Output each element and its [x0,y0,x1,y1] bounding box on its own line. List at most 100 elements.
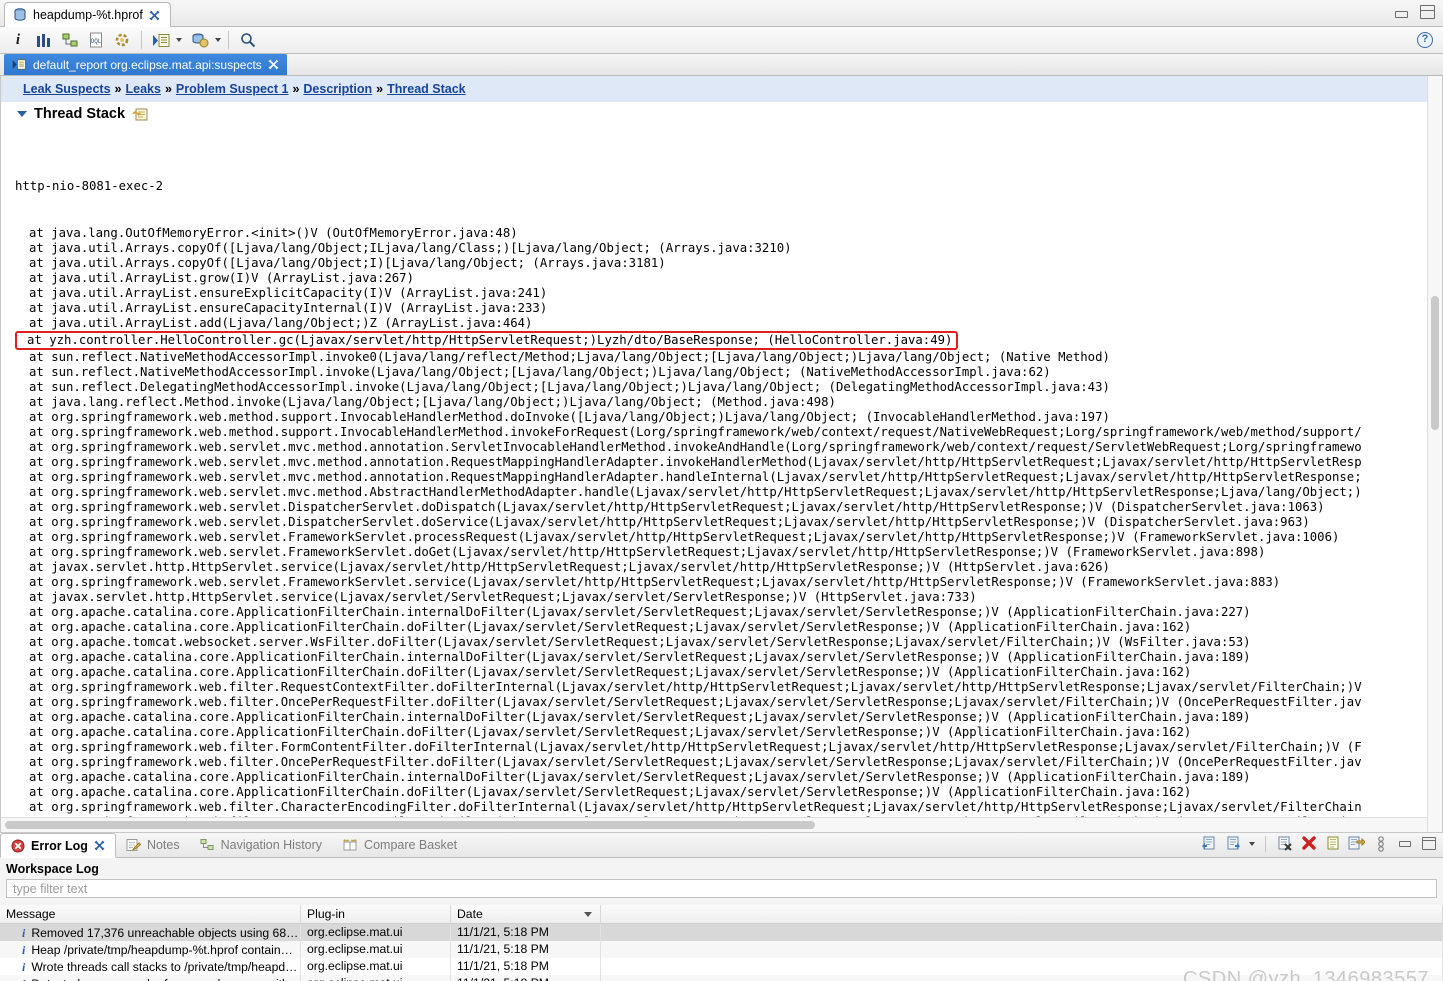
basket-icon [342,838,358,852]
info-icon: i [22,976,25,981]
cell-blank [601,941,1443,958]
export-section-icon[interactable] [132,107,148,121]
column-header-date[interactable]: Date [451,905,601,923]
import-log-icon[interactable] [1224,835,1241,852]
editor-tab-heapdump[interactable]: heapdump-%t.hprof [4,2,171,27]
breadcrumb-separator: » [114,82,122,96]
stack-frame: at org.apache.catalina.core.ApplicationF… [29,710,1251,724]
tab-navigation-history[interactable]: Navigation History [190,833,332,857]
scrollbar-thumb[interactable] [1431,296,1439,430]
stack-frame: at sun.reflect.NativeMethodAccessorImpl.… [29,350,1110,364]
toolbar-separator [141,31,142,49]
histogram-icon[interactable] [32,29,56,51]
report-horizontal-scrollbar[interactable] [1,817,1427,832]
stack-frame: at java.util.ArrayList.ensureCapacityInt… [29,301,548,315]
cell-message: i Heap /private/tmp/heapdump-%t.hprof con… [0,941,301,958]
restore-log-icon[interactable] [1348,835,1365,852]
cell-plugin: org.eclipse.mat.ui [301,924,451,941]
minimize-icon[interactable] [1395,11,1408,18]
run-report-icon[interactable] [149,29,173,51]
query-browser-caret-icon[interactable] [215,38,221,42]
view-menu-icon[interactable] [1372,835,1389,852]
report-tab-default-report[interactable]: default_report org.eclipse.mat.api:suspe… [4,54,287,75]
stack-frame: at org.springframework.web.filter.Charac… [29,800,1362,814]
page-title: Thread Stack [34,106,126,122]
message-text: Removed 17,376 unreachable objects using… [31,925,299,940]
stack-frame: at org.apache.catalina.core.ApplicationF… [29,725,1192,739]
cell-plugin: org.eclipse.mat.ui [301,958,451,975]
breadcrumb-item-thread-stack[interactable]: Thread Stack [387,82,466,96]
collapse-triangle-icon[interactable] [17,111,27,117]
thread-name: http-nio-8081-exec-2 [15,179,164,193]
stack-frame: at org.springframework.web.servlet.mvc.m… [29,470,1362,484]
stack-frame: at javax.servlet.http.HttpServlet.servic… [29,560,1110,574]
tab-compare-basket-label: Compare Basket [364,838,458,852]
stack-frame: at java.lang.OutOfMemoryError.<init>()V … [29,226,518,240]
report-tab-bar: default_report org.eclipse.mat.api:suspe… [0,54,1443,76]
info-icon: i [22,925,26,940]
clear-log-icon[interactable] [1276,835,1293,852]
stack-frame: at sun.reflect.DelegatingMethodAccessorI… [29,380,1110,394]
dominator-tree-icon[interactable] [58,29,82,51]
scrollbar-thumb[interactable] [5,821,815,829]
view-menu-caret-icon[interactable] [1249,841,1255,846]
breadcrumb: Leak Suspects» Leaks» Problem Suspect 1» De… [1,76,1442,102]
thread-stack-content[interactable]: http-nio-8081-exec-2 at java.lang.OutOfM… [1,139,1442,832]
delete-log-icon[interactable] [1300,835,1317,852]
breadcrumb-item-problem-suspect-1[interactable]: Problem Suspect 1 [176,82,289,96]
cell-date: 11/1/21, 5:18 PM [451,941,601,958]
eclipse-mat-window: heapdump-%t.hprof i OQL ? default_report… [0,0,1443,981]
stack-frame: at org.springframework.web.servlet.mvc.m… [29,440,1362,454]
close-icon[interactable] [94,840,105,851]
close-icon[interactable] [268,59,279,70]
cell-message: i Detected compressed references, because… [0,975,301,981]
breadcrumb-item-leaks[interactable]: Leaks [126,82,161,96]
breadcrumb-separator: » [292,82,300,96]
maximize-icon[interactable] [1420,5,1435,19]
search-icon[interactable] [236,29,260,51]
minimize-icon[interactable] [1396,835,1413,852]
heapdump-icon [13,7,27,23]
open-log-icon[interactable] [1324,835,1341,852]
cell-date: 11/1/21, 5:18 PM [451,924,601,941]
stack-frame-highlight-row: at yzh.controller.HelloController.gc(Lja… [15,331,1442,350]
report-content: Leak Suspects» Leaks» Problem Suspect 1» De… [0,76,1443,833]
oql-icon[interactable]: OQL [84,29,108,51]
view-tab-bar: Error Log Notes Navigation History Compa… [0,833,1443,858]
breadcrumb-item-description[interactable]: Description [303,82,372,96]
stack-frame: at org.springframework.web.servlet.mvc.m… [29,455,1362,469]
close-icon[interactable] [149,10,160,21]
maximize-icon[interactable] [1420,835,1437,852]
stack-frame: at javax.servlet.http.HttpServlet.servic… [29,590,977,604]
report-icon [12,58,27,71]
export-log-icon[interactable] [1200,835,1217,852]
stack-frame: at java.util.Arrays.copyOf([Ljava/lang/O… [29,241,792,255]
column-header-plugin[interactable]: Plug-in [301,905,451,923]
query-browser-icon[interactable] [188,29,212,51]
stack-frame: at org.springframework.web.servlet.Dispa… [29,500,1325,514]
table-row[interactable]: i Heap /private/tmp/heapdump-%t.hprof con… [0,941,1443,958]
run-report-caret-icon[interactable] [176,38,182,42]
table-row[interactable]: i Removed 17,376 unreachable objects usin… [0,924,1443,941]
breadcrumb-separator: » [376,82,384,96]
tab-notes-label: Notes [146,838,180,852]
stack-frame-list: at java.lang.OutOfMemoryError.<init>()V … [15,226,1442,832]
column-header-blank [601,905,1443,923]
stack-frame: at java.util.ArrayList.add(Ljava/lang/Ob… [29,316,533,330]
stack-frame: at org.apache.catalina.core.ApplicationF… [29,605,1251,619]
report-vertical-scrollbar[interactable] [1427,76,1442,832]
stack-frame: at org.springframework.web.servlet.Frame… [29,575,1281,589]
tab-notes[interactable]: Notes [116,833,190,857]
message-text: Heap /private/tmp/heapdump-%t.hprof cont… [31,942,293,957]
filter-input[interactable]: type filter text [6,879,1437,898]
tab-navigation-history-label: Navigation History [220,838,323,852]
tab-error-log-label: Error Log [31,838,88,853]
column-header-message[interactable]: Message [0,905,301,923]
tab-error-log[interactable]: Error Log [0,833,116,858]
breadcrumb-item-leak-suspects[interactable]: Leak Suspects [23,82,111,96]
tab-compare-basket[interactable]: Compare Basket [332,833,467,857]
overview-info-icon[interactable]: i [6,29,30,51]
column-header-date-label: Date [457,907,483,921]
help-icon[interactable]: ? [1417,32,1433,48]
calculate-retained-size-icon[interactable] [110,29,134,51]
